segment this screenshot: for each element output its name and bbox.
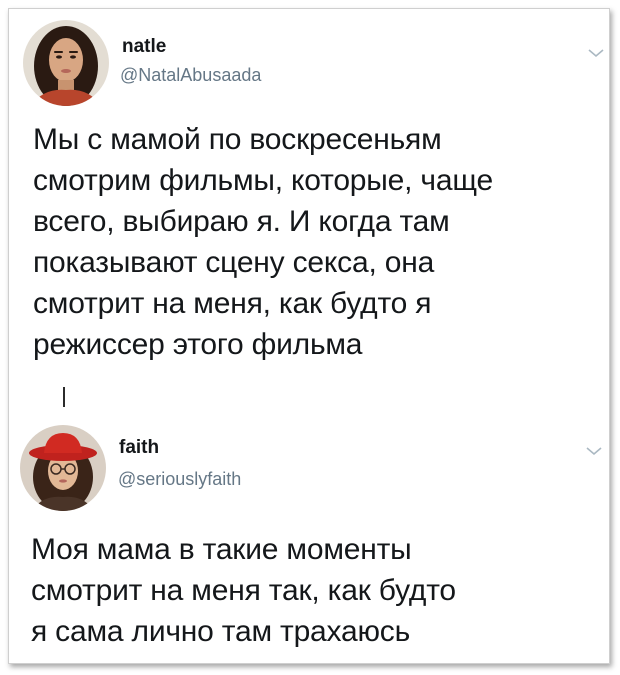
chevron-down-icon[interactable]: [587, 47, 605, 59]
tweet-screenshot-card: natle @NatalAbusaada Мы с мамой по воскр…: [8, 8, 610, 664]
chevron-down-icon[interactable]: [585, 445, 603, 457]
tweet-text: Мы с мамой по воскресеньям смотрим фильм…: [33, 123, 493, 361]
tweet-faith: faith @seriouslyfaith Моя мама в такие м…: [9, 414, 609, 664]
author-name[interactable]: natle: [122, 36, 166, 58]
author-name[interactable]: faith: [119, 437, 159, 459]
avatar-natle-image: [23, 20, 109, 106]
avatar-faith-image: [20, 425, 106, 511]
avatar[interactable]: [20, 425, 106, 511]
author-handle[interactable]: @seriouslyfaith: [118, 469, 241, 490]
thread-connector: [63, 387, 65, 407]
avatar[interactable]: [23, 20, 109, 106]
tweet-natle: natle @NatalAbusaada Мы с мамой по воскр…: [9, 9, 609, 409]
author-handle[interactable]: @NatalAbusaada: [120, 65, 261, 86]
tweet-text: Моя мама в такие моменты смотрит на меня…: [31, 533, 456, 648]
